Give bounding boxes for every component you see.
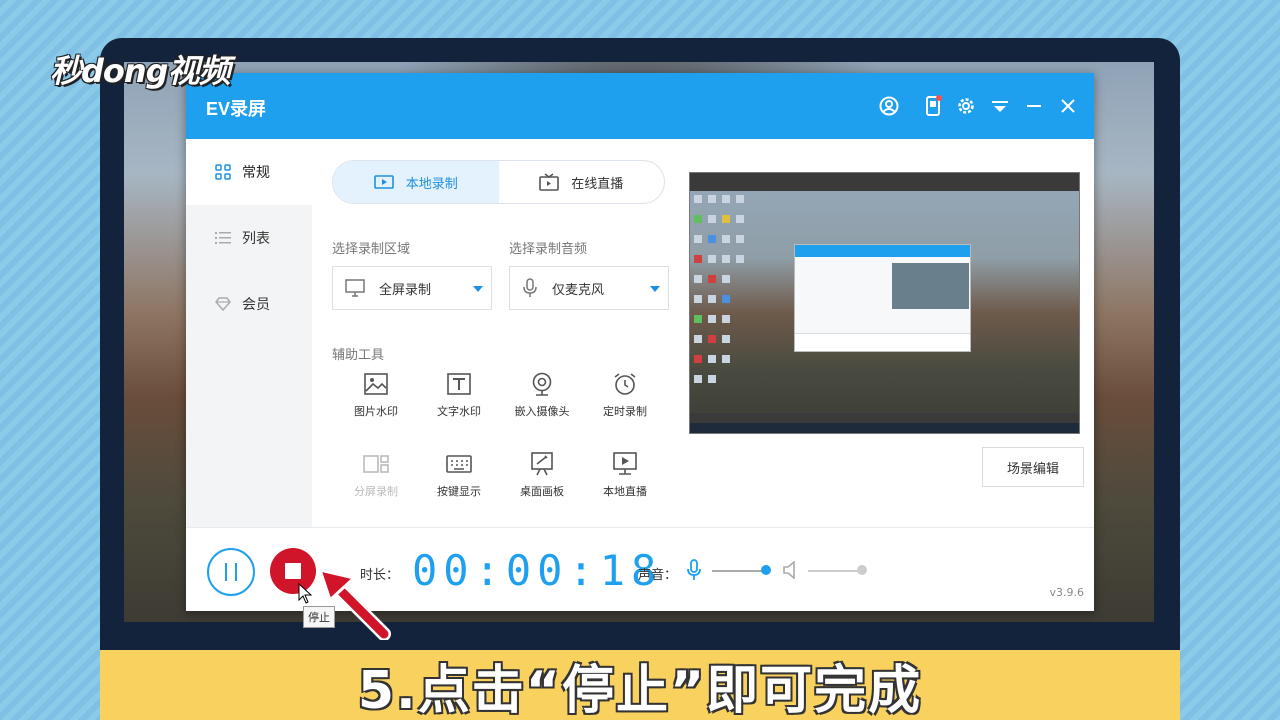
sidebar-item-label: 常规 bbox=[242, 165, 270, 181]
microphone-icon[interactable] bbox=[686, 559, 702, 585]
pointer-arrow-icon bbox=[317, 567, 391, 640]
mouse-cursor-icon bbox=[298, 583, 313, 604]
sidebar-item-general[interactable]: 常规 bbox=[186, 139, 312, 205]
text-icon bbox=[446, 371, 472, 397]
alarm-clock-icon bbox=[612, 371, 638, 397]
close-icon[interactable] bbox=[1056, 94, 1080, 118]
tool-label: 桌面画板 bbox=[520, 485, 564, 498]
monitor-icon bbox=[345, 279, 365, 297]
app-title: EV录屏 bbox=[206, 99, 267, 119]
mode-tabs: 本地录制 在线直播 bbox=[332, 160, 665, 204]
preview-mini-window bbox=[794, 244, 971, 352]
mobile-icon[interactable] bbox=[921, 94, 945, 118]
tab-label: 本地录制 bbox=[405, 176, 458, 192]
microphone-icon bbox=[522, 278, 538, 298]
sidebar-item-member[interactable]: 会员 bbox=[186, 271, 312, 337]
title-bar: EV录屏 bbox=[186, 73, 1094, 139]
minimize-icon[interactable] bbox=[1022, 94, 1046, 118]
record-video-icon bbox=[373, 174, 394, 190]
tool-label: 按键显示 bbox=[437, 485, 481, 498]
audio-value: 仅麦克风 bbox=[552, 282, 605, 298]
speaker-volume-slider[interactable] bbox=[808, 570, 863, 572]
tab-local-record[interactable]: 本地录制 bbox=[333, 161, 499, 203]
chevron-down-icon bbox=[650, 286, 660, 292]
audio-label: 选择录制音频 bbox=[509, 242, 588, 257]
ev-recorder-window: EV录屏 常规 列表 会员 本地录制 在线直播 选择录制区域 全屏录制 选择录制… bbox=[186, 73, 1094, 611]
tool-webcam[interactable]: 嵌入摄像头 bbox=[502, 371, 582, 431]
grid-icon bbox=[214, 163, 232, 181]
tool-label: 定时录制 bbox=[603, 405, 647, 418]
region-label: 选择录制区域 bbox=[332, 242, 411, 257]
preview-taskbar bbox=[690, 423, 1079, 433]
tab-label: 在线直播 bbox=[571, 176, 624, 192]
image-icon bbox=[363, 371, 389, 397]
tool-label: 分屏录制 bbox=[354, 485, 398, 498]
monitor-play-icon bbox=[612, 451, 638, 477]
caption-banner: 5.点击“停止”即可完成 bbox=[100, 650, 1180, 720]
split-screen-icon bbox=[363, 451, 389, 477]
speaker-volume-knob[interactable] bbox=[857, 565, 867, 575]
brand-logo: 秒dong视频 bbox=[50, 52, 231, 90]
scene-edit-button[interactable]: 场景编辑 bbox=[982, 447, 1084, 487]
diamond-icon bbox=[214, 295, 232, 313]
tool-label: 文字水印 bbox=[437, 405, 481, 418]
sidebar: 常规 列表 会员 bbox=[186, 139, 312, 527]
audio-select[interactable]: 仅麦克风 bbox=[509, 266, 669, 310]
version-label: v3.9.6 bbox=[1049, 586, 1085, 599]
tool-text-watermark[interactable]: 文字水印 bbox=[419, 371, 499, 431]
sidebar-item-label: 会员 bbox=[242, 297, 270, 313]
sound-label: 声音： bbox=[638, 568, 678, 583]
region-value: 全屏录制 bbox=[379, 282, 432, 298]
user-icon[interactable] bbox=[877, 94, 901, 118]
sidebar-item-list[interactable]: 列表 bbox=[186, 205, 312, 271]
desktop-icons bbox=[694, 195, 744, 383]
pause-button[interactable] bbox=[207, 548, 255, 596]
settings-gear-icon[interactable] bbox=[954, 94, 978, 118]
webcam-icon bbox=[529, 371, 555, 397]
recording-preview bbox=[689, 172, 1080, 434]
tool-local-live[interactable]: 本地直播 bbox=[585, 451, 665, 511]
tv-icon bbox=[539, 173, 560, 191]
region-select[interactable]: 全屏录制 bbox=[332, 266, 492, 310]
dropdown-menu-icon[interactable] bbox=[988, 94, 1012, 118]
mic-volume-knob[interactable] bbox=[761, 565, 771, 575]
tool-label: 嵌入摄像头 bbox=[514, 405, 570, 418]
recording-timer: 00:00:18 bbox=[412, 546, 663, 595]
tools-label: 辅助工具 bbox=[332, 348, 385, 363]
sidebar-item-label: 列表 bbox=[242, 231, 270, 247]
caption-text: 5.点击“停止”即可完成 bbox=[357, 660, 923, 720]
speaker-icon[interactable] bbox=[783, 560, 799, 583]
tool-label: 本地直播 bbox=[603, 485, 647, 498]
tool-image-watermark[interactable]: 图片水印 bbox=[336, 371, 416, 431]
preview-desktop bbox=[690, 191, 1079, 413]
tool-scheduled-record[interactable]: 定时录制 bbox=[585, 371, 665, 431]
list-icon bbox=[214, 229, 232, 247]
tab-live-stream[interactable]: 在线直播 bbox=[499, 161, 665, 203]
tool-split-screen[interactable]: 分屏录制 bbox=[336, 451, 416, 511]
mic-volume-slider[interactable] bbox=[712, 570, 767, 572]
tool-keystroke-display[interactable]: 按键显示 bbox=[419, 451, 499, 511]
tool-desktop-canvas[interactable]: 桌面画板 bbox=[502, 451, 582, 511]
tool-label: 图片水印 bbox=[354, 405, 398, 418]
chevron-down-icon bbox=[473, 286, 483, 292]
easel-icon bbox=[529, 451, 555, 477]
keyboard-icon bbox=[446, 451, 472, 477]
